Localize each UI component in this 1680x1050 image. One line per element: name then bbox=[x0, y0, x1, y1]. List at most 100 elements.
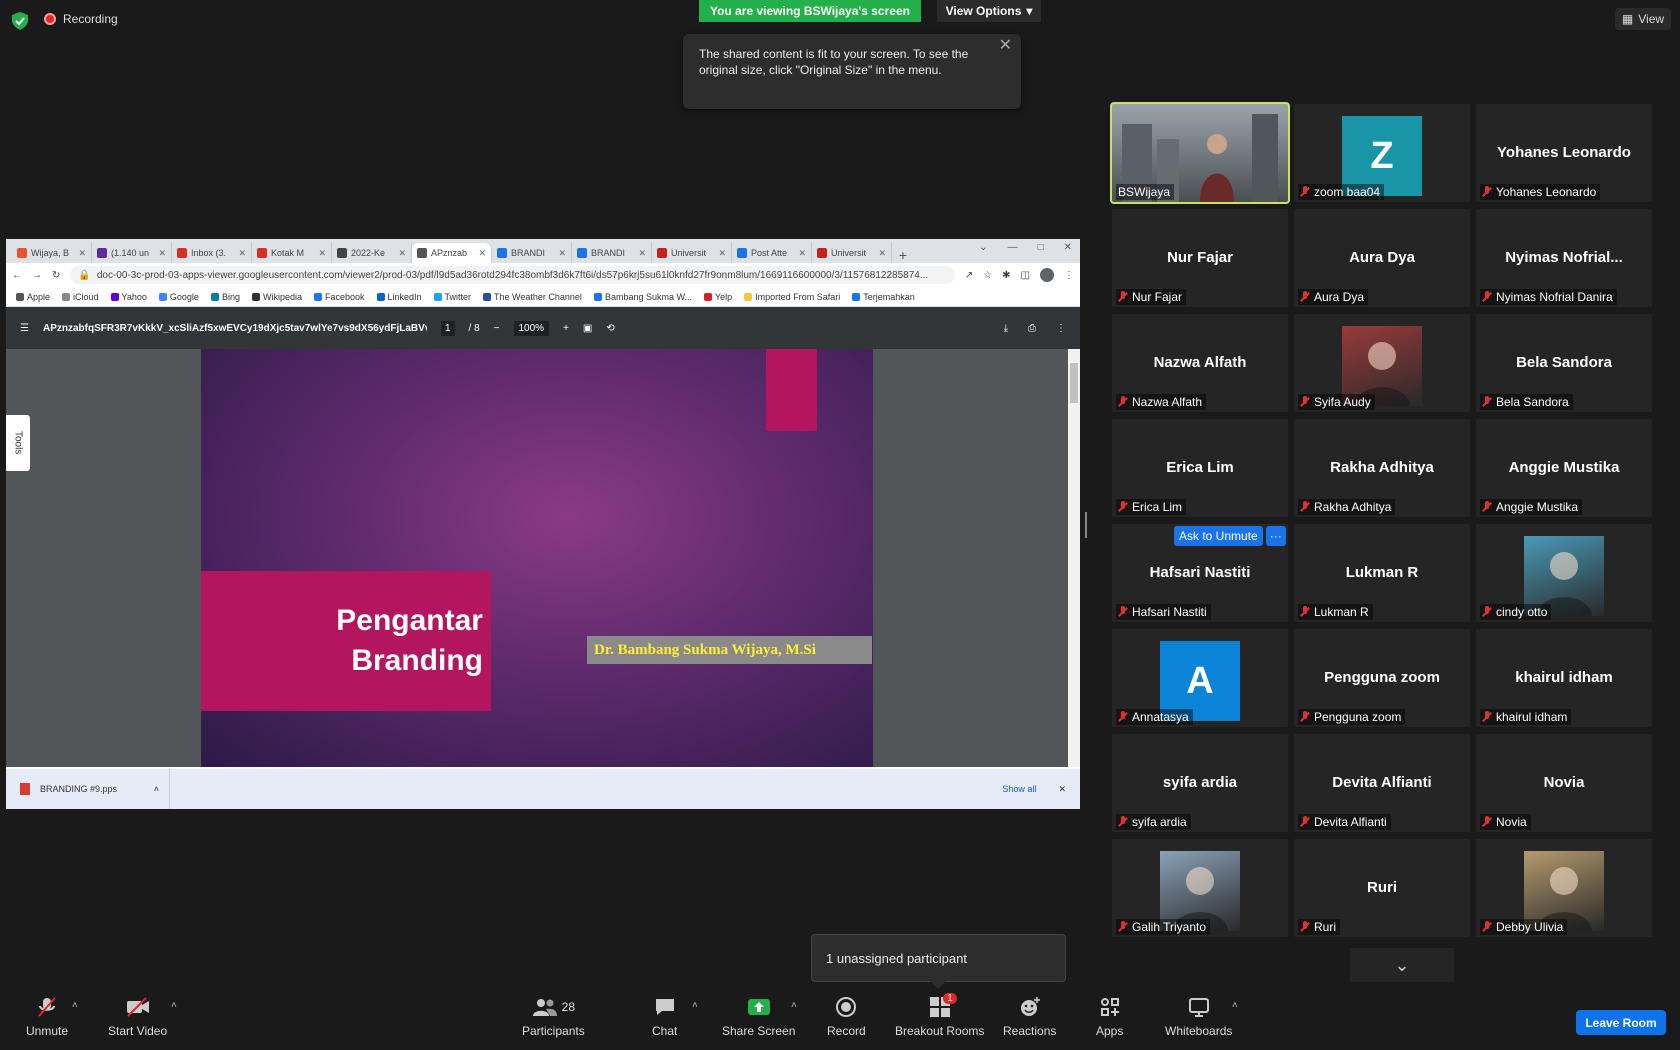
participant-tile[interactable]: Anggie Mustika Anggie Mustika bbox=[1476, 419, 1652, 517]
bookmark-item[interactable]: Bing bbox=[210, 292, 240, 302]
participant-tile[interactable]: Nyimas Nofrial... Nyimas Nofrial Danira bbox=[1476, 209, 1652, 307]
participant-tile[interactable]: Ruri Ruri bbox=[1294, 839, 1470, 937]
share-screen-button[interactable]: Share Screen bbox=[722, 996, 795, 1038]
tab-close-icon[interactable]: ✕ bbox=[878, 248, 886, 259]
recording-indicator[interactable]: Recording bbox=[44, 12, 118, 26]
browser-tab[interactable]: BRANDI ✕ bbox=[492, 243, 572, 263]
browser-tab[interactable]: Kotak M ✕ bbox=[252, 243, 332, 263]
participant-tile[interactable]: Galih Triyanto bbox=[1112, 839, 1288, 937]
zoom-level-input[interactable]: 100% bbox=[513, 320, 550, 336]
zoom-out-icon[interactable]: − bbox=[494, 323, 500, 334]
tab-close-icon[interactable]: ✕ bbox=[158, 248, 166, 259]
participant-tile[interactable]: cindy otto bbox=[1476, 524, 1652, 622]
bookmark-item[interactable]: The Weather Channel bbox=[483, 292, 582, 302]
more-options-icon[interactable]: ⋮ bbox=[1056, 323, 1066, 334]
breakout-rooms-button[interactable]: 1 Breakout Rooms bbox=[895, 993, 984, 1038]
participant-tile[interactable]: Hafsari Nastiti Ask to Unmute ··· Hafsari N… bbox=[1112, 524, 1288, 622]
participant-tile[interactable]: Rakha Adhitya Rakha Adhitya bbox=[1294, 419, 1470, 517]
leave-room-button[interactable]: Leave Room bbox=[1576, 1010, 1666, 1035]
audio-options-caret[interactable]: ˄ bbox=[72, 1000, 78, 1011]
bookmark-item[interactable]: iCloud bbox=[62, 292, 99, 302]
participant-tile[interactable]: Devita Alfianti Devita Alfianti bbox=[1294, 734, 1470, 832]
participant-tile[interactable]: Novia Novia bbox=[1476, 734, 1652, 832]
browser-tab[interactable]: Universit ✕ bbox=[652, 243, 732, 263]
tab-close-icon[interactable]: ✕ bbox=[798, 248, 806, 259]
bookmark-item[interactable]: Twitter bbox=[433, 292, 471, 302]
participant-tile[interactable]: khairul idham khairul idham bbox=[1476, 629, 1652, 727]
participant-tile[interactable]: Yohanes Leonardo Yohanes Leonardo bbox=[1476, 104, 1652, 202]
tab-close-icon[interactable]: ✕ bbox=[398, 248, 406, 259]
record-button[interactable]: Record bbox=[827, 996, 866, 1038]
close-window-icon[interactable]: ✕ bbox=[1064, 242, 1072, 253]
video-options-caret[interactable]: ˄ bbox=[171, 1000, 177, 1011]
participant-tile[interactable]: Zzoom baa04 bbox=[1294, 104, 1470, 202]
zoom-in-icon[interactable]: + bbox=[563, 323, 569, 334]
chat-options-caret[interactable]: ˄ bbox=[692, 1000, 698, 1011]
page-number-input[interactable]: 1 bbox=[440, 320, 455, 336]
print-icon[interactable]: ⎙ bbox=[1028, 323, 1036, 334]
tab-close-icon[interactable]: ✕ bbox=[238, 248, 246, 259]
new-tab-button[interactable]: + bbox=[892, 247, 914, 263]
participant-tile[interactable]: Nazwa Alfath Nazwa Alfath bbox=[1112, 314, 1288, 412]
browser-tab[interactable]: Wijaya, B ✕ bbox=[12, 243, 92, 263]
bookmark-item[interactable]: Wikipedia bbox=[251, 292, 302, 302]
bookmark-item[interactable]: Yelp bbox=[703, 292, 732, 302]
apps-button[interactable]: Apps bbox=[1096, 996, 1123, 1038]
bookmark-item[interactable]: Imported From Safari bbox=[744, 292, 840, 302]
hamburger-menu-icon[interactable]: ☰ bbox=[20, 323, 29, 334]
participant-tile[interactable]: Bela Sandora Bela Sandora bbox=[1476, 314, 1652, 412]
share-icon[interactable]: ↗ bbox=[965, 270, 973, 281]
split-view-drag-handle[interactable] bbox=[1085, 512, 1087, 538]
close-download-bar-icon[interactable]: ✕ bbox=[1058, 784, 1066, 795]
browser-tab[interactable]: Inbox (3. ✕ bbox=[172, 243, 252, 263]
bookmark-star-icon[interactable]: ☆ bbox=[983, 270, 992, 281]
bookmark-item[interactable]: Terjemahkan bbox=[852, 292, 915, 302]
browser-tab[interactable]: Universit ✕ bbox=[812, 243, 892, 263]
bookmark-item[interactable]: Facebook bbox=[313, 292, 365, 302]
pdf-scrollbar[interactable] bbox=[1068, 349, 1080, 767]
bookmark-item[interactable]: Google bbox=[158, 292, 199, 302]
start-video-button[interactable]: Start Video bbox=[108, 996, 167, 1038]
tab-search-icon[interactable]: ⌄ bbox=[979, 242, 987, 253]
tab-close-icon[interactable]: ✕ bbox=[478, 248, 486, 259]
browser-tab[interactable]: (1.140 un ✕ bbox=[92, 243, 172, 263]
chevron-up-icon[interactable]: ˄ bbox=[154, 784, 159, 794]
browser-menu-icon[interactable]: ⋮ bbox=[1064, 270, 1074, 281]
forward-icon[interactable]: → bbox=[32, 270, 42, 281]
tools-tab[interactable]: Tools bbox=[6, 415, 30, 471]
chat-button[interactable]: Chat bbox=[652, 996, 677, 1038]
ask-to-unmute-button[interactable]: Ask to Unmute bbox=[1174, 526, 1263, 546]
participants-button[interactable]: 28 Participants bbox=[522, 996, 585, 1038]
view-options-button[interactable]: View Options ▾ bbox=[937, 0, 1041, 22]
gallery-next-page-button[interactable]: ⌄ bbox=[1350, 948, 1454, 982]
maximize-icon[interactable]: □ bbox=[1038, 242, 1044, 253]
sidepanel-icon[interactable]: ◫ bbox=[1021, 270, 1030, 281]
participant-tile[interactable]: Erica Lim Erica Lim bbox=[1112, 419, 1288, 517]
rotate-icon[interactable]: ⟲ bbox=[606, 323, 614, 334]
whiteboards-button[interactable]: Whiteboards bbox=[1165, 996, 1232, 1038]
participant-tile[interactable]: Debby Ulivia bbox=[1476, 839, 1652, 937]
bookmark-item[interactable]: Yahoo bbox=[110, 292, 147, 302]
download-item[interactable]: BRANDING #9.pps ˄ bbox=[20, 769, 170, 809]
tab-close-icon[interactable]: ✕ bbox=[638, 248, 646, 259]
whiteboard-options-caret[interactable]: ˄ bbox=[1232, 1000, 1238, 1011]
scrollbar-thumb[interactable] bbox=[1070, 363, 1078, 403]
bookmark-item[interactable]: Bambang Sukma W... bbox=[593, 292, 692, 302]
security-shield-icon[interactable] bbox=[12, 12, 28, 30]
tab-close-icon[interactable]: ✕ bbox=[318, 248, 326, 259]
reactions-button[interactable]: Reactions bbox=[1003, 996, 1056, 1038]
tab-close-icon[interactable]: ✕ bbox=[78, 248, 86, 259]
participant-tile[interactable]: Aura Dya Aura Dya bbox=[1294, 209, 1470, 307]
extensions-icon[interactable]: ✱ bbox=[1002, 270, 1010, 281]
minimize-icon[interactable]: — bbox=[1008, 242, 1018, 253]
participant-tile[interactable]: syifa ardia syifa ardia bbox=[1112, 734, 1288, 832]
more-options-button[interactable]: ··· bbox=[1265, 526, 1286, 546]
back-icon[interactable]: ← bbox=[12, 270, 22, 281]
tab-close-icon[interactable]: ✕ bbox=[558, 248, 566, 259]
close-icon[interactable]: ✕ bbox=[999, 38, 1012, 54]
browser-tab[interactable]: APznzab ✕ bbox=[412, 243, 492, 263]
url-field[interactable]: 🔒 doc-00-3c-prod-03-apps-viewer.googleus… bbox=[70, 266, 955, 284]
browser-tab[interactable]: BRANDI ✕ bbox=[572, 243, 652, 263]
participant-tile[interactable]: Lukman R Lukman R bbox=[1294, 524, 1470, 622]
participant-tile[interactable]: Nur Fajar Nur Fajar bbox=[1112, 209, 1288, 307]
